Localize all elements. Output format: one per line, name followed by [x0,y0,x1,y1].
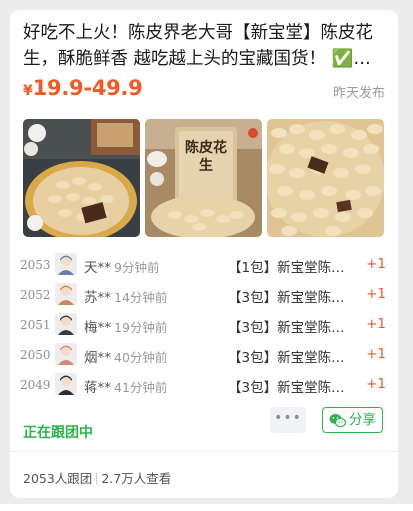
peanut-photo-3[interactable] [267,119,384,237]
package-label: 陈皮花生 [185,140,227,174]
order-quantity: +1 [366,256,386,272]
wechat-icon [329,412,347,436]
order-user: 梅** 19分钟前 [84,316,167,336]
order-row: 2051 梅** 19分钟前 【3包】新宝堂陈… +1 [20,311,386,341]
order-list: 2053 天** 9分钟前 【1包】新宝堂陈… +1 2052 苏** 14分钟前 【3包】新宝… [20,251,386,401]
order-quantity: +1 [366,376,386,392]
avatar [55,253,77,275]
order-quantity: +1 [366,316,386,332]
price-range: 19.9-49.9 [32,76,143,100]
order-item: 【3包】新宝堂陈… [228,320,345,336]
user-name: 苏** [84,290,111,306]
price-currency: ¥ [23,83,33,99]
order-item: 【3包】新宝堂陈… [228,380,345,396]
post-title[interactable]: 好吃不上火！陈皮界老大哥【新宝堂】陈皮花生，酥脆鲜香 越吃越上头的宝藏国货！ ✅… [23,20,385,72]
order-user: 烟** 40分钟前 [84,346,167,366]
group-status: 正在跟团中 [23,425,93,441]
order-item: 【1包】新宝堂陈… [228,260,345,276]
group-stats: 2053人跟团 2.7万人查看 [23,468,171,487]
order-time: 41分钟前 [114,380,168,395]
order-quantity: +1 [366,346,386,362]
order-user: 天** 9分钟前 [84,256,159,276]
order-row: 2053 天** 9分钟前 【1包】新宝堂陈… +1 [20,251,386,281]
user-name: 梅** [84,320,111,336]
avatar [55,313,77,335]
avatar [55,343,77,365]
share-button[interactable]: 分享 [322,407,383,433]
divider [10,451,398,452]
order-item: 【3包】新宝堂陈… [228,350,345,366]
order-time: 14分钟前 [114,290,168,305]
order-time: 40分钟前 [114,350,168,365]
next-card-edge [0,504,413,511]
order-quantity: +1 [366,286,386,302]
peanut-photo-1[interactable] [23,119,140,237]
peanut-photo-2[interactable]: 陈皮花生 [145,119,262,237]
posted-time: 昨天发布 [332,86,385,101]
photo-strip: 陈皮花生 [23,119,385,237]
more-button[interactable]: ••• [270,407,306,433]
order-number: 2052 [20,288,51,302]
order-user: 苏** 14分钟前 [84,286,167,306]
order-number: 2053 [20,258,51,272]
stats-separator [96,473,98,484]
order-row: 2050 烟** 40分钟前 【3包】新宝堂陈… +1 [20,341,386,371]
order-number: 2050 [20,348,51,362]
order-number: 2051 [20,318,51,332]
user-name: 烟** [84,350,111,366]
order-time: 19分钟前 [114,320,168,335]
order-number: 2049 [20,378,51,392]
follower-count: 2053人跟团 [23,471,93,486]
view-count: 2.7万人查看 [101,471,172,486]
order-time: 9分钟前 [114,260,160,275]
order-row: 2049 蒋** 41分钟前 【3包】新宝堂陈… +1 [20,371,386,401]
user-name: 蒋** [84,380,111,396]
order-user: 蒋** 41分钟前 [84,376,167,396]
group-buy-card[interactable]: 好吃不上火！陈皮界老大哥【新宝堂】陈皮花生，酥脆鲜香 越吃越上头的宝藏国货！ ✅… [10,10,398,498]
price: ¥19.9-49.9 [23,76,143,100]
avatar [55,373,77,395]
avatar [55,283,77,305]
user-name: 天** [84,260,111,276]
share-label: 分享 [349,412,376,428]
order-row: 2052 苏** 14分钟前 【3包】新宝堂陈… +1 [20,281,386,311]
order-item: 【3包】新宝堂陈… [228,290,345,306]
price-row: ¥19.9-49.9 昨天发布 [23,76,385,104]
